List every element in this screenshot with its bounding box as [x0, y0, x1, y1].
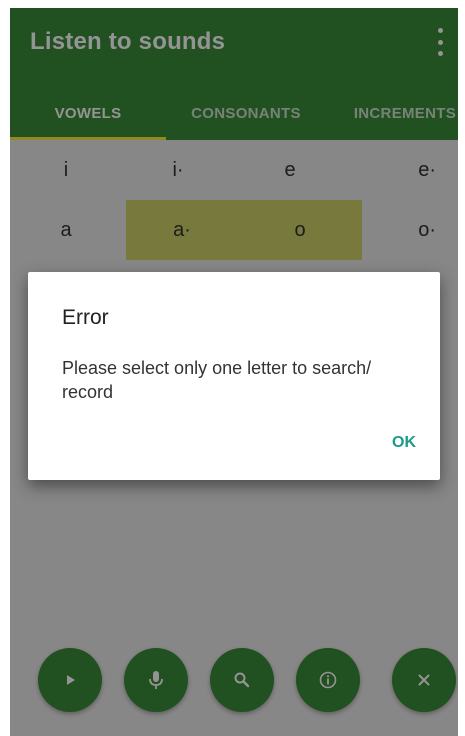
dialog-message: Please select only one letter to search/…: [62, 358, 372, 402]
error-dialog: Error Please select only one letter to s…: [28, 272, 440, 480]
ok-button[interactable]: OK: [386, 430, 422, 456]
app-screen: Listen to sounds VOWELS CONSONANTS INCRE…: [10, 8, 458, 736]
dialog-title: Error: [62, 306, 109, 329]
